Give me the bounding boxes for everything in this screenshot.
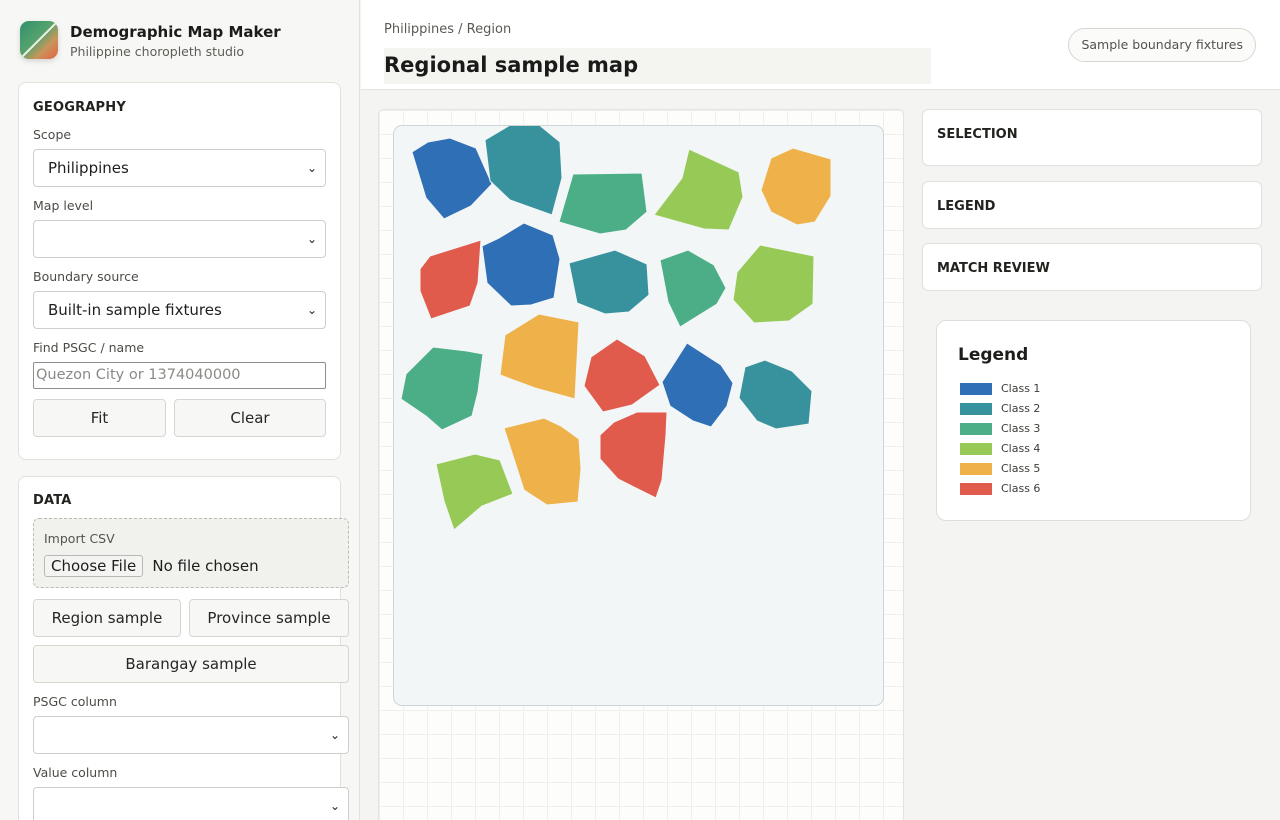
chevron-down-icon: ⌄: [306, 161, 317, 175]
chevron-down-icon: ⌄: [329, 728, 340, 742]
clear-button[interactable]: Clear: [174, 399, 326, 437]
map-region-18[interactable]: [599, 411, 668, 499]
legend-swatch: [960, 443, 992, 455]
psgc-column-label: PSGC column: [33, 694, 117, 709]
selection-panel[interactable]: SELECTION: [922, 109, 1262, 166]
scope-select[interactable]: Philippines ⌄: [33, 149, 326, 187]
boundary-source-select[interactable]: Built-in sample fixtures ⌄: [33, 291, 326, 329]
value-column-select[interactable]: ⌄: [33, 787, 349, 820]
fit-button[interactable]: Fit: [33, 399, 166, 437]
boundary-status-badge: Sample boundary fixtures: [1068, 28, 1256, 62]
sidebar: Demographic Map Maker Philippine choropl…: [0, 0, 360, 820]
map-region-9[interactable]: [659, 249, 727, 328]
legend-label: Class 2: [1001, 402, 1041, 415]
choose-file-button[interactable]: Choose File: [44, 555, 144, 577]
map-region-10[interactable]: [732, 244, 815, 324]
map-region-1[interactable]: [411, 137, 493, 220]
chevron-down-icon: ⌄: [306, 232, 317, 246]
value-column-label: Value column: [33, 765, 118, 780]
selection-title: SELECTION: [937, 127, 1018, 142]
geography-card: GEOGRAPHY Scope Philippines ⌄ Map level …: [18, 82, 341, 460]
map-region-14[interactable]: [738, 359, 813, 430]
map-region-4[interactable]: [653, 148, 744, 231]
find-psgc-placeholder: Quezon City or 1374040000: [36, 367, 241, 383]
map-title-input[interactable]: Regional sample map: [384, 48, 931, 84]
app-title: Demographic Map Maker: [70, 23, 281, 41]
find-psgc-input[interactable]: Quezon City or 1374040000: [33, 362, 326, 389]
file-input[interactable]: Choose File No file chosen: [44, 555, 259, 577]
map-region-7[interactable]: [481, 222, 561, 307]
find-psgc-label: Find PSGC / name: [33, 340, 145, 355]
legend-panel-title: LEGEND: [937, 199, 996, 214]
legend-swatch: [960, 463, 992, 475]
app-subtitle: Philippine choropleth studio: [70, 44, 245, 59]
region-sample-button[interactable]: Region sample: [33, 599, 181, 637]
legend-swatch: [960, 483, 992, 495]
map-region-16[interactable]: [435, 453, 514, 531]
map-region-8[interactable]: [568, 249, 650, 315]
brand: Demographic Map Maker Philippine choropl…: [20, 21, 340, 61]
legend-swatch: [960, 383, 992, 395]
data-title: DATA: [33, 493, 72, 508]
barangay-sample-button[interactable]: Barangay sample: [33, 645, 349, 683]
geography-title: GEOGRAPHY: [33, 100, 126, 115]
chevron-down-icon: ⌄: [329, 799, 340, 813]
scope-value: Philippines: [48, 159, 129, 177]
top-header: Philippines / Region Regional sample map…: [361, 0, 1280, 90]
data-card: DATA Import CSV Choose File No file chos…: [18, 476, 349, 820]
legend-swatch: [960, 403, 992, 415]
legend-panel[interactable]: LEGEND: [922, 181, 1262, 229]
map-region-15[interactable]: [400, 346, 484, 431]
psgc-column-select[interactable]: ⌄: [33, 716, 349, 754]
legend-label: Class 3: [1001, 422, 1041, 435]
breadcrumb: Philippines / Region: [384, 22, 512, 37]
map-legend: Legend Class 1 Class 2 Class 3 Class 4 C…: [936, 320, 1251, 521]
map-region-2[interactable]: [484, 126, 563, 216]
boundary-source-label: Boundary source: [33, 269, 139, 284]
choropleth-map[interactable]: [394, 126, 884, 706]
csv-dropzone[interactable]: Import CSV Choose File No file chosen: [33, 518, 349, 588]
import-csv-label: Import CSV: [44, 531, 115, 546]
map-region-17[interactable]: [503, 417, 582, 506]
legend-label: Class 1: [1001, 382, 1041, 395]
map-region-12[interactable]: [583, 338, 661, 413]
map-frame[interactable]: [393, 125, 884, 706]
map-region-11[interactable]: [499, 313, 580, 400]
legend-label: Class 4: [1001, 442, 1041, 455]
legend-label: Class 5: [1001, 462, 1041, 475]
legend-title: Legend: [958, 345, 1029, 365]
map-region-5[interactable]: [760, 147, 832, 226]
map-region-13[interactable]: [661, 342, 734, 428]
map-region-6[interactable]: [419, 239, 482, 320]
chevron-down-icon: ⌄: [306, 303, 317, 317]
map-region-3[interactable]: [558, 172, 648, 235]
match-review-panel[interactable]: MATCH REVIEW: [922, 243, 1262, 291]
map-level-label: Map level: [33, 198, 94, 213]
legend-swatch: [960, 423, 992, 435]
map-maker-logo-icon: [20, 21, 58, 59]
map-level-select[interactable]: ⌄: [33, 220, 326, 258]
province-sample-button[interactable]: Province sample: [189, 599, 349, 637]
legend-label: Class 6: [1001, 482, 1041, 495]
boundary-source-value: Built-in sample fixtures: [48, 301, 222, 319]
match-review-title: MATCH REVIEW: [937, 261, 1050, 276]
map-canvas: [378, 109, 904, 820]
file-status: No file chosen: [152, 557, 259, 575]
scope-label: Scope: [33, 127, 72, 142]
